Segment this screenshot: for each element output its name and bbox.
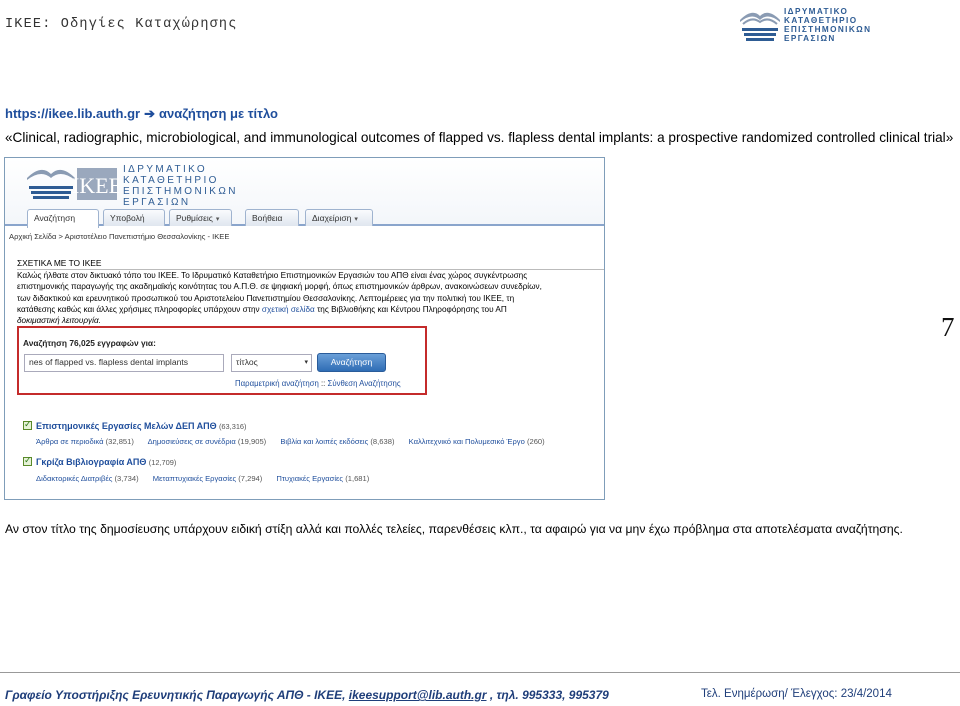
collection-name[interactable]: Γκρίζα Βιβλιογραφία ΑΠΘ	[36, 457, 146, 467]
collection-name[interactable]: Επιστημονικές Εργασίες Μελών ΔΕΠ ΑΠΘ	[36, 421, 217, 431]
subcollection-link[interactable]: Πτυχιακές Εργασίες	[276, 474, 343, 483]
search-field-value: τίτλος	[236, 357, 258, 367]
subcollection-count: (8,638)	[370, 437, 395, 446]
footer-office: Γραφείο Υποστήριξης Ερευνητικής Παραγωγή…	[5, 688, 349, 702]
tab-search[interactable]: Αναζήτηση	[27, 209, 99, 228]
ikee-url-link[interactable]: https://ikee.lib.auth.gr	[5, 106, 140, 121]
about-link[interactable]: σχετική σελίδα	[262, 305, 315, 314]
compose-search-link[interactable]: Σύνθεση Αναζήτησης	[328, 379, 401, 388]
tab-label: Ρυθμίσεις	[176, 213, 213, 223]
collection-count: (63,316)	[218, 422, 247, 431]
about-line-text: της Βιβλιοθήκης και Κέντρου Πληροφόρησης…	[317, 304, 507, 314]
about-heading: ΣΧΕΤΙΚΑ ΜΕ ΤΟ ΙΚΕΕ	[17, 258, 604, 270]
subcollection-link[interactable]: Διδακτορικές Διατριβές	[36, 474, 112, 483]
logo-line: ΕΠΙΣΤΗΜΟΝΙΚΩΝ	[784, 25, 872, 34]
chevron-down-icon: ▾	[215, 216, 220, 223]
url-instruction-text: αναζήτηση με τίτλο	[158, 106, 278, 121]
about-line: κατάθεσης καθώς και άλλες χρήσιμες πληρο…	[17, 304, 604, 315]
tab-submit[interactable]: Υποβολή	[103, 209, 165, 226]
tab-label: Υποβολή	[110, 213, 145, 223]
breadcrumb[interactable]: Αρχική Σελίδα > Αριστοτέλειο Πανεπιστήμι…	[9, 232, 229, 241]
search-panel-highlight: Αναζήτηση 76,025 εγγραφών για: nes of fl…	[17, 326, 427, 395]
logo-line: ΙΔΡΥΜΑΤΙΚΟ	[784, 7, 849, 16]
page-number: 7	[941, 312, 955, 342]
subcollection-count: (19,905)	[237, 437, 267, 446]
subcollection-link[interactable]: Μεταπτυχιακές Εργασίες	[153, 474, 236, 483]
document-footer: Γραφείο Υποστήριξης Ερευνητικής Παραγωγή…	[0, 672, 960, 706]
site-logo-line: ΕΠΙΣΤΗΜΟΝΙΚΩΝ	[123, 186, 238, 197]
tab-admin[interactable]: Διαχείριση ▾	[305, 209, 373, 226]
tab-help[interactable]: Βοήθεια	[245, 209, 299, 226]
document-title: IKEE: Οδηγίες Καταχώρησης	[5, 17, 238, 32]
arrow-right-icon: ➔	[144, 106, 155, 121]
subcollection-count: (1,681)	[345, 474, 370, 483]
collection-grey-literature[interactable]: Γκρίζα Βιβλιογραφία ΑΠΘ (12,709)	[23, 455, 177, 467]
about-line: δοκιμαστική λειτουργία.	[17, 316, 101, 326]
subcollections-grey-literature: Διδακτορικές Διατριβές (3,734) Μεταπτυχι…	[36, 474, 369, 483]
footer-email-link[interactable]: ikeesupport@lib.auth.gr	[349, 688, 487, 702]
site-logo-line: ΚΑΤΑΘΕΤΗΡΙΟ	[123, 175, 219, 186]
footer-last-update: Τελ. Ενημέρωση/ Έλεγχος: 23/4/2014	[701, 688, 892, 700]
subcollection-link[interactable]: Άρθρα σε περιοδικά	[36, 437, 103, 446]
subcollection-link[interactable]: Καλλιτεχνικό και Πολυμεσικό Έργο	[409, 437, 525, 446]
subcollection-link[interactable]: Δημοσιεύσεις σε συνέδρια	[148, 437, 236, 446]
about-line: Καλώς ήλθατε στον δικτυακό τόπο του ΙΚΕΕ…	[17, 271, 528, 280]
checkbox-checked-icon[interactable]	[23, 455, 32, 466]
collection-faculty[interactable]: Επιστημονικές Εργασίες Μελών ΔΕΠ ΑΠΘ (63…	[23, 419, 247, 431]
site-logo-text: ΙΔΡΥΜΑΤΙΚΟ ΚΑΤΑΘΕΤΗΡΙΟ ΕΠΙΣΤΗΜΟΝΙΚΩΝ ΕΡΓ…	[123, 164, 238, 208]
logo-line: ΚΑΤΑΘΕΤΗΡΙΟ	[784, 16, 858, 25]
chevron-down-icon: ▾	[304, 359, 308, 366]
url-instruction: https://ikee.lib.auth.gr ➔ αναζήτηση με τί…	[5, 106, 278, 122]
collection-count: (12,709)	[148, 458, 177, 467]
search-label: Αναζήτηση 76,025 εγγραφών για:	[23, 338, 156, 348]
search-links: Παραμετρική αναζήτηση :: Σύνθεση Αναζήτη…	[235, 379, 401, 388]
search-field-select[interactable]: τίτλος ▾	[231, 354, 312, 372]
chevron-down-icon: ▾	[354, 216, 358, 223]
ikee-logo-text: ΙΔΡΥΜΑΤΙΚΟ ΚΑΤΑΘΕΤΗΡΙΟ ΕΠΙΣΤΗΜΟΝΙΚΩΝ ΕΡΓ…	[784, 7, 871, 43]
logo-line: ΕΡΓΑΣΙΩΝ	[784, 34, 836, 43]
site-logo: IKEE ΙΔΡΥΜΑΤΙΚΟ ΚΑΤΑΘΕΤΗΡΙΟ ΕΠΙΣΤΗΜΟΝΙΚΩ…	[23, 160, 253, 212]
site-nav: Αναζήτηση Υποβολή Ρυθμίσεις ▾ Βοήθεια Δια…	[5, 206, 604, 228]
ikee-logo: ΙΔΡΥΜΑΤΙΚΟ ΚΑΤΑΘΕΤΗΡΙΟ ΕΠΙΣΤΗΜΟΝΙΚΩΝ ΕΡΓ…	[738, 4, 918, 46]
search-links-separator: ::	[320, 379, 326, 388]
footer-contact: Γραφείο Υποστήριξης Ερευνητικής Παραγωγή…	[5, 688, 609, 702]
example-title: «Clinical, radiographic, microbiological…	[5, 130, 954, 145]
search-input[interactable]: nes of flapped vs. flapless dental impla…	[24, 354, 224, 372]
search-button[interactable]: Αναζήτηση	[317, 353, 386, 372]
site-logo-mark: IKEE	[72, 173, 119, 198]
checkbox-checked-icon[interactable]	[23, 419, 32, 430]
site-logo-icon: IKEE	[27, 168, 119, 200]
site-header: IKEE ΙΔΡΥΜΑΤΙΚΟ ΚΑΤΑΘΕΤΗΡΙΟ ΕΠΙΣΤΗΜΟΝΙΚΩ…	[5, 158, 604, 228]
tab-label: Διαχείριση	[312, 213, 352, 223]
footer-phone: , τηλ. 995333, 995379	[486, 688, 609, 702]
about-text: Καλώς ήλθατε στον δικτυακό τόπο του ΙΚΕΕ…	[17, 270, 604, 326]
subcollection-count: (7,294)	[238, 474, 263, 483]
subcollection-count: (3,734)	[114, 474, 139, 483]
ikee-logo-icon	[740, 12, 780, 41]
tab-label: Αναζήτηση	[34, 213, 76, 223]
ikee-site-screenshot: IKEE ΙΔΡΥΜΑΤΙΚΟ ΚΑΤΑΘΕΤΗΡΙΟ ΕΠΙΣΤΗΜΟΝΙΚΩ…	[4, 157, 605, 500]
about-line-text: κατάθεσης καθώς και άλλες χρήσιμες πληρο…	[17, 304, 260, 314]
about-line: επιστημονικής παραγωγής της ακαδημαϊκής …	[17, 282, 542, 292]
subcollections-faculty: Άρθρα σε περιοδικά (32,851) Δημοσιεύσεις…	[36, 437, 545, 446]
tab-settings[interactable]: Ρυθμίσεις ▾	[169, 209, 232, 226]
tab-label: Βοήθεια	[252, 213, 283, 223]
instruction-note: Αν στον τίτλο της δημοσίευσης υπάρχουν ε…	[5, 522, 903, 536]
subcollection-link[interactable]: Βιβλία και λοιπές εκδόσεις	[280, 437, 368, 446]
advanced-search-link[interactable]: Παραμετρική αναζήτηση	[235, 379, 319, 388]
subcollection-count: (32,851)	[105, 437, 134, 446]
site-logo-line: ΙΔΡΥΜΑΤΙΚΟ	[123, 164, 208, 175]
subcollection-count: (260)	[526, 437, 545, 446]
about-line: των διδακτικού και ερευνητικού προσωπικο…	[17, 293, 515, 303]
